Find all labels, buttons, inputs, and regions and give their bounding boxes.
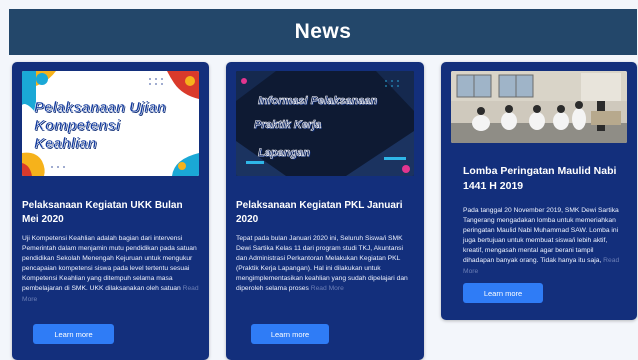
news-card-maulid: Lomba Peringatan Maulid Nabi 1441 H 2019… bbox=[441, 62, 637, 320]
news-card-pkl: Informasi Pelaksanaan Praktik Kerja Lapa… bbox=[226, 62, 424, 360]
learn-more-button[interactable]: Learn more bbox=[33, 324, 114, 344]
card-description: Pada tanggal 20 November 2019, SMK Dewi … bbox=[463, 206, 625, 277]
card-description-text: Pada tanggal 20 November 2019, SMK Dewi … bbox=[463, 207, 619, 265]
thumbnail-line-3: Keahlian bbox=[34, 135, 97, 153]
maulid-photo bbox=[451, 71, 627, 143]
page-title: News bbox=[294, 20, 352, 43]
thumbnail-line-2: Kompetensi bbox=[34, 117, 120, 135]
card-description: Tepat pada bulan Januari 2020 ini, Selur… bbox=[236, 234, 414, 295]
card-description-text: Uji Kompetensi Keahlian adalah bagian da… bbox=[22, 235, 197, 293]
card-description: Uji Kompetensi Keahlian adalah bagian da… bbox=[22, 234, 200, 305]
thumbnail-line-2: Praktik Kerja bbox=[254, 119, 322, 132]
thumbnail-line-1: Pelaksanaan Ujian bbox=[34, 99, 166, 117]
card-title[interactable]: Pelaksanaan Kegiatan PKL Januari 2020 bbox=[236, 199, 413, 227]
news-thumbnail-ukk[interactable]: Pelaksanaan Ujian Kompetensi Keahlian bbox=[22, 71, 199, 176]
news-thumbnail-maulid[interactable] bbox=[451, 71, 627, 143]
thumbnail-line-3: Lapangan bbox=[258, 147, 311, 160]
thumbnail-line-1: Informasi Pelaksanaan bbox=[258, 95, 378, 108]
learn-more-button[interactable]: Learn more bbox=[251, 324, 329, 344]
learn-more-button[interactable]: Learn more bbox=[463, 283, 543, 303]
news-thumbnail-pkl[interactable]: Informasi Pelaksanaan Praktik Kerja Lapa… bbox=[236, 71, 414, 176]
card-title[interactable]: Pelaksanaan Kegiatan UKK Bulan Mei 2020 bbox=[22, 199, 199, 227]
card-description-text: Tepat pada bulan Januari 2020 ini, Selur… bbox=[236, 235, 408, 293]
read-more-link[interactable]: Read More bbox=[311, 285, 344, 292]
card-title[interactable]: Lomba Peringatan Maulid Nabi 1441 H 2019 bbox=[463, 164, 633, 194]
news-card-ukk: Pelaksanaan Ujian Kompetensi Keahlian Pe… bbox=[12, 62, 209, 360]
news-header: News bbox=[9, 9, 637, 55]
